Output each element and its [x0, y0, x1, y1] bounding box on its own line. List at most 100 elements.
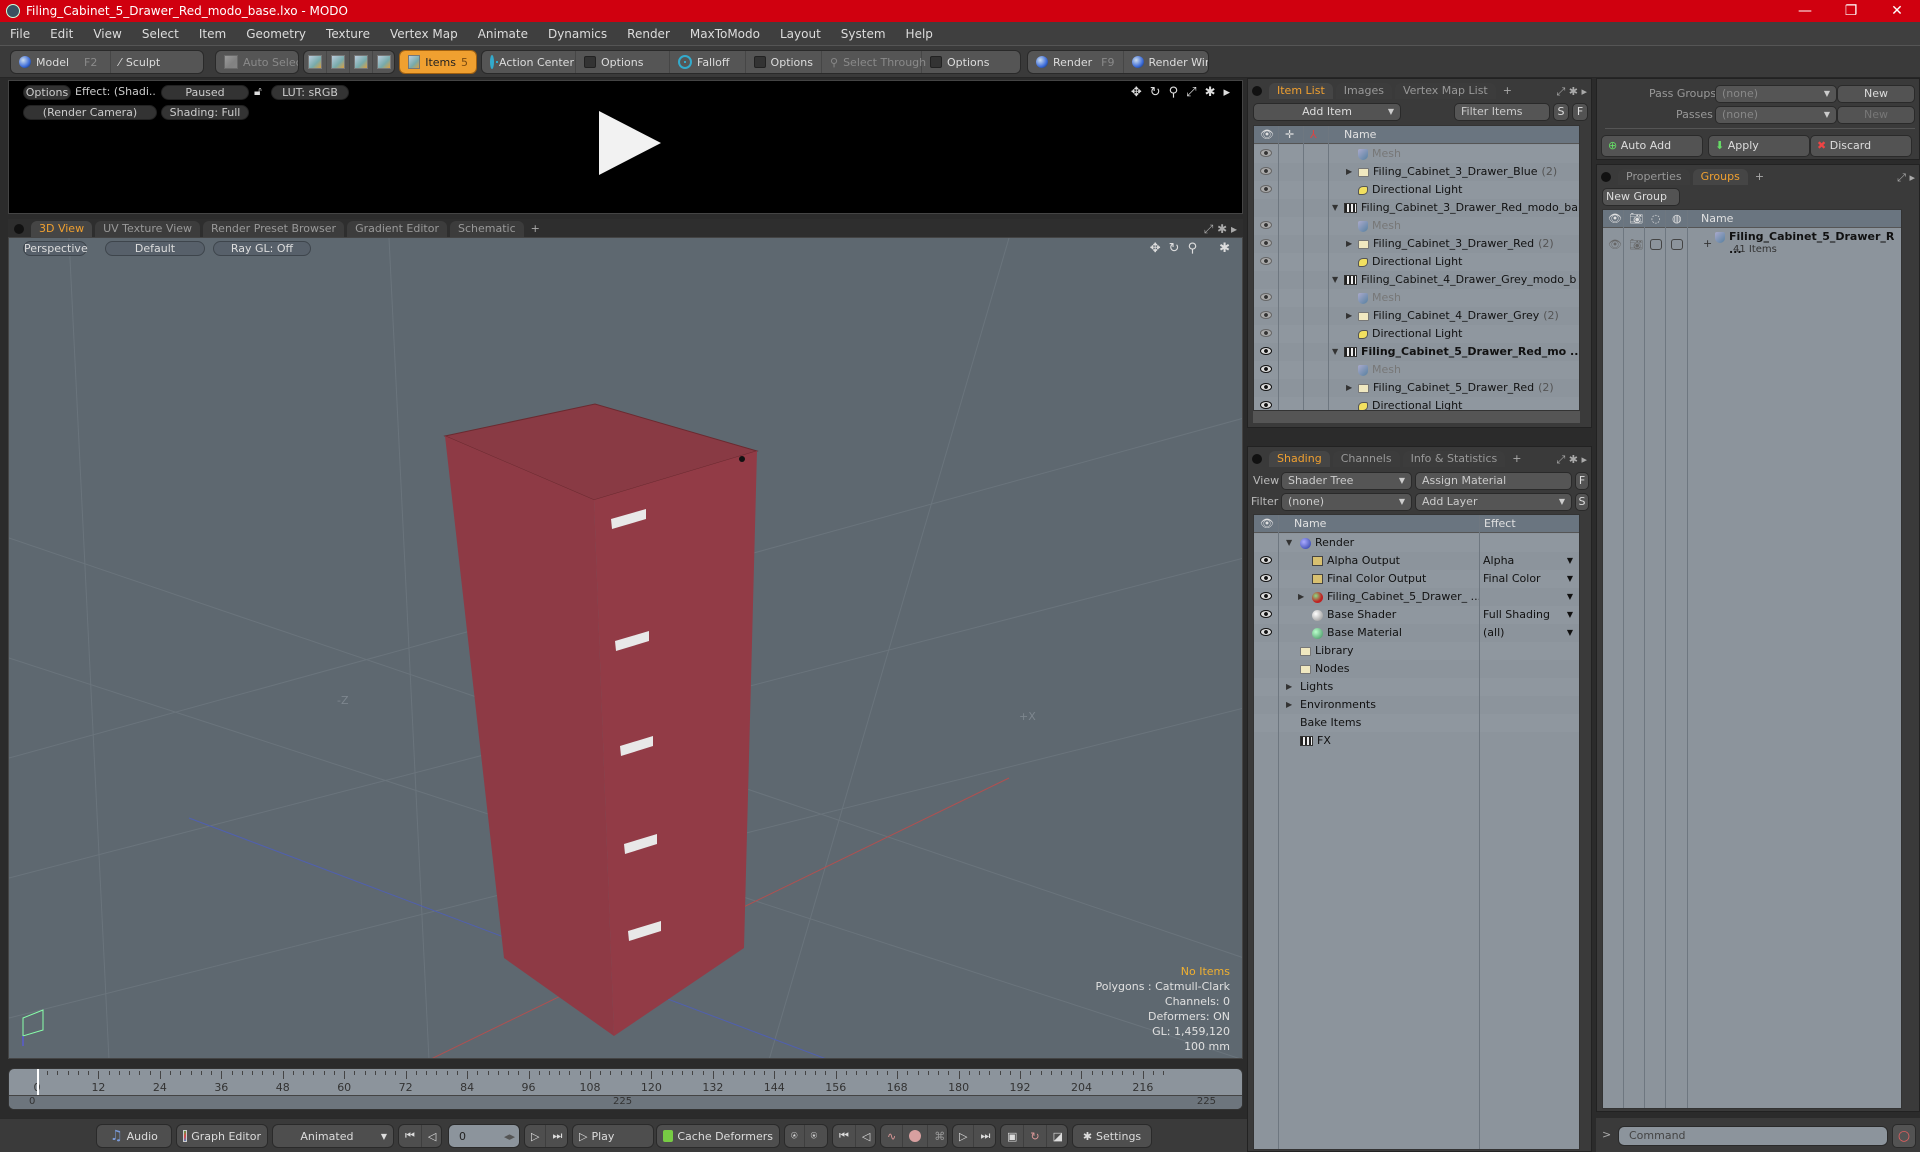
zoom-icon[interactable]: ⚲ — [1188, 241, 1198, 256]
zoom-icon[interactable]: ⚲ — [1169, 85, 1179, 100]
visibility-eye-icon[interactable] — [1260, 383, 1272, 391]
visibility-eye-icon[interactable] — [1260, 221, 1272, 229]
visibility-eye-icon[interactable] — [1260, 329, 1272, 337]
expand-arrow-icon[interactable]: ▶ — [1286, 696, 1296, 714]
tab-vertex-map-list[interactable]: Vertex Map List — [1394, 83, 1496, 99]
filing-cabinet-model[interactable] — [443, 403, 759, 1036]
timeline[interactable]: 0 12 24 36 48 60 72 84 96 108 120 132 144 156 168 180 19… — [8, 1068, 1243, 1110]
edges-mode-button[interactable] — [327, 51, 350, 73]
3d-viewport[interactable]: Perspective Default Ray GL: Off ✥ ↻ ⚲ ✱ … — [8, 237, 1243, 1059]
last-key-button[interactable]: ⏭ — [974, 1125, 995, 1147]
chevron-down-icon[interactable]: ▼ — [1567, 624, 1573, 642]
select-checkbox[interactable] — [1671, 239, 1683, 250]
menu-file[interactable]: File — [0, 27, 40, 41]
new-group-button[interactable]: New Group — [1602, 188, 1680, 206]
visibility-eye-icon[interactable] — [1260, 347, 1272, 355]
gear-icon[interactable]: ✱ — [1219, 241, 1230, 256]
action-center-button[interactable]: Action Center — [482, 51, 576, 73]
audio-button[interactable]: ♫ Audio — [97, 1125, 171, 1147]
expand-arrow-icon[interactable]: ▶ — [1346, 307, 1356, 325]
vertices-mode-button[interactable] — [304, 51, 327, 73]
go-to-end-button[interactable]: ⏭ — [546, 1125, 567, 1147]
visibility-column-icon[interactable]: 👁︎ — [1260, 126, 1274, 144]
pan-icon[interactable]: ✥ — [1131, 85, 1142, 100]
assign-material-button[interactable]: Assign Material — [1415, 472, 1572, 490]
effect-value[interactable]: Final Color — [1483, 570, 1541, 588]
tab-channels[interactable]: Channels — [1332, 451, 1400, 467]
axis-column-icon[interactable]: ⅄ — [1310, 126, 1317, 144]
play-icon[interactable] — [599, 111, 661, 175]
effect-value[interactable]: (all) — [1483, 624, 1504, 642]
command-history-button[interactable]: ○ — [1892, 1124, 1916, 1148]
group-row[interactable]: 👁︎ 📷︎ + Filing_Cabinet_5_Drawer_R ... 41… — [1603, 229, 1901, 261]
shader-tree-item[interactable]: Base Shader Full Shading ▼ — [1254, 606, 1579, 624]
visibility-eye-icon[interactable] — [1260, 257, 1272, 265]
tab-info-statistics[interactable]: Info & Statistics — [1402, 451, 1506, 467]
visibility-eye-icon[interactable] — [1260, 556, 1272, 564]
menu-view[interactable]: View — [83, 27, 131, 41]
first-key-button[interactable]: ⏮ — [833, 1125, 856, 1147]
menu-select[interactable]: Select — [132, 27, 189, 41]
chevron-down-icon[interactable]: ▼ — [1567, 606, 1573, 624]
new-pass-button[interactable]: New — [1837, 106, 1915, 124]
lut-dropdown[interactable]: LUT: sRGB — [271, 85, 349, 100]
shader-tree-item[interactable]: ▶ Environments — [1254, 696, 1579, 714]
animated-dropdown[interactable]: Animated ▼ — [272, 1124, 394, 1148]
projection-dropdown[interactable]: Perspective — [23, 241, 88, 256]
tab-item-list[interactable]: Item List — [1269, 83, 1333, 99]
f-button[interactable]: F — [1572, 103, 1588, 121]
shader-tree-item[interactable]: Alpha Output Alpha ▼ — [1254, 552, 1579, 570]
visibility-column-icon[interactable]: 👁︎ — [1608, 210, 1622, 228]
visibility-eye-icon[interactable] — [1260, 239, 1272, 247]
effect-column-header[interactable]: Effect — [1484, 515, 1516, 533]
panel-controls[interactable]: ⤢ ✱ ▸ — [1556, 453, 1591, 467]
select-column-icon[interactable]: ◍ — [1672, 210, 1682, 228]
visibility-eye-icon[interactable] — [1260, 401, 1272, 409]
gear-icon[interactable]: ✱ — [1205, 85, 1216, 100]
collapse-arrow-icon[interactable]: ▼ — [1332, 199, 1342, 217]
discard-button[interactable]: ✖ Discard — [1810, 135, 1912, 157]
command-input[interactable]: Command — [1618, 1126, 1888, 1146]
name-column-header[interactable]: Name — [1344, 126, 1376, 144]
auto-key-button[interactable]: ⌘ — [928, 1125, 947, 1147]
visibility-eye-icon[interactable] — [1260, 167, 1272, 175]
expand-arrow-icon[interactable]: ▶ — [1346, 379, 1356, 397]
items-mode-button[interactable]: Items 5 — [400, 51, 476, 73]
falloff-options-button[interactable]: Options — [746, 51, 822, 73]
rotate-icon[interactable]: ↻ — [1150, 85, 1161, 100]
step-back-button[interactable]: ◁ — [422, 1125, 441, 1147]
new-pass-group-button[interactable]: New — [1837, 85, 1915, 103]
tab-3d-view[interactable]: 3D View — [31, 221, 93, 237]
camera-dropdown[interactable]: (Render Camera) — [23, 105, 157, 120]
effect-dropdown[interactable]: Effect: (Shadi... — [75, 85, 155, 100]
expand-arrow-icon[interactable]: ▶ — [1286, 678, 1296, 696]
download-key-button[interactable]: ⍟ — [805, 1125, 824, 1147]
lock-icon[interactable]: 🔓︎ — [254, 84, 262, 99]
add-item-dropdown[interactable]: Add Item — [1253, 103, 1401, 121]
menu-edit[interactable]: Edit — [40, 27, 83, 41]
materials-mode-button[interactable] — [373, 51, 394, 73]
frame-stepper-icon[interactable]: ◂▸ — [504, 1130, 519, 1143]
expand-arrow-icon[interactable]: ▶ — [1298, 588, 1308, 606]
visibility-eye-icon[interactable] — [1260, 185, 1272, 193]
shader-tree-item[interactable]: Base Material (all) ▼ — [1254, 624, 1579, 642]
add-layer-dropdown[interactable]: Add Layer — [1415, 493, 1572, 511]
shader-tree-item[interactable]: Library — [1254, 642, 1579, 660]
effect-value[interactable]: Alpha — [1483, 552, 1514, 570]
panel-controls[interactable]: ⤢ ▸ — [1897, 171, 1919, 185]
sculpt-mode-button[interactable]: ⁄ Sculpt — [111, 51, 168, 73]
graph-editor-button[interactable]: Graph Editor — [177, 1125, 267, 1147]
auto-select-button[interactable]: Auto Select — [216, 51, 298, 73]
visibility-eye-icon[interactable] — [1260, 311, 1272, 319]
shader-tree-item[interactable]: FX — [1254, 732, 1579, 750]
shading-dropdown[interactable]: Shading: Full — [161, 105, 249, 120]
tab-schematic[interactable]: Schematic — [450, 221, 524, 237]
collapse-arrow-icon[interactable]: ▼ — [1286, 534, 1296, 552]
action-center-options-button[interactable]: Options — [576, 51, 670, 73]
expand-arrow-icon[interactable]: ▶ — [1346, 163, 1356, 181]
shader-tree-item[interactable]: ▶ Filing_Cabinet_5_Drawer_ ... ▼ — [1254, 588, 1579, 606]
filter-dropdown[interactable]: (none) — [1281, 493, 1412, 511]
maximize-icon[interactable]: ⤢ — [1186, 85, 1196, 100]
shader-tree-item[interactable]: ▼ Render — [1254, 534, 1579, 552]
apply-button[interactable]: ⬇ Apply — [1708, 135, 1810, 157]
